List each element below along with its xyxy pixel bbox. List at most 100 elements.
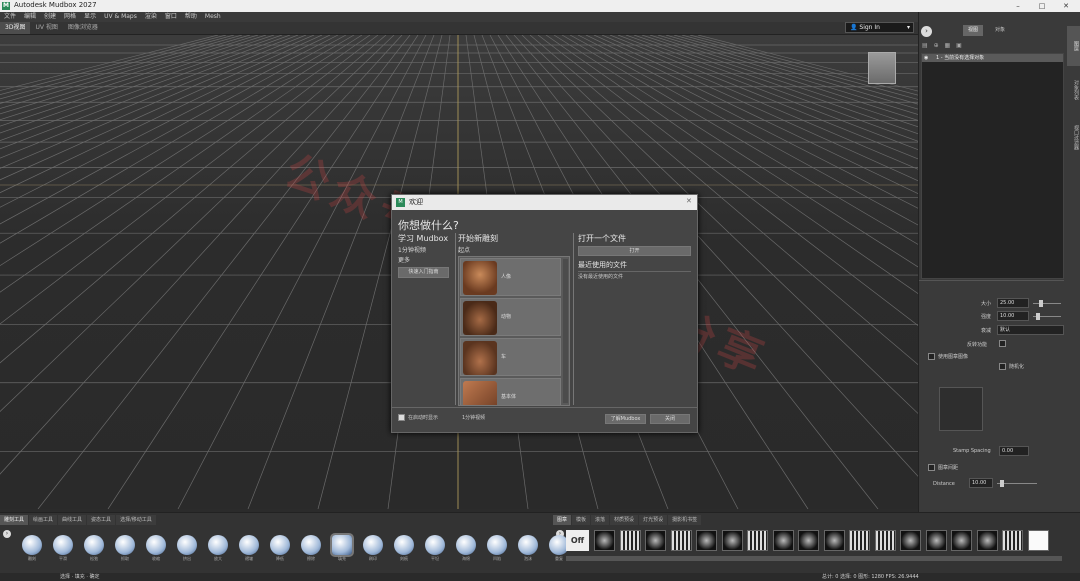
tool-13-icon[interactable] (394, 535, 414, 555)
stamp-thumbnail[interactable] (951, 530, 972, 551)
stamp-thumbnail[interactable] (721, 530, 743, 551)
use-stamp-checkbox[interactable] (928, 353, 935, 360)
tool-3-icon[interactable] (84, 535, 104, 555)
tool-15-icon[interactable] (456, 535, 476, 555)
layer-row[interactable]: ◉ 1 - 当前没有选择对象 (922, 54, 1063, 62)
layer-list[interactable]: ◉ 1 - 当前没有选择对象 (921, 53, 1064, 279)
maximize-icon[interactable]: □ (1034, 0, 1050, 12)
randomize-checkbox[interactable] (999, 363, 1006, 370)
strength-field[interactable]: 10.00 (997, 311, 1029, 321)
stamp-preview[interactable] (939, 387, 983, 431)
menu-edit[interactable]: 编辑 (20, 12, 40, 22)
tab-material-presets[interactable]: 材质预设 (610, 515, 639, 525)
tab-curve-tools[interactable]: 曲线工具 (58, 515, 87, 525)
tab-3d-view[interactable]: 3D视图 (0, 22, 31, 34)
tab-uv-view[interactable]: UV 视图 (30, 22, 62, 34)
stamp-thumbnail[interactable] (594, 530, 615, 551)
one-min-video-link[interactable]: 1分钟视频 (462, 414, 485, 421)
close-icon[interactable]: ✕ (1058, 0, 1074, 12)
learn-mudbox-button[interactable]: 了解Mudbox (605, 414, 646, 424)
stamp-thumbnail[interactable] (849, 530, 870, 551)
stamp-thumbnail[interactable] (1027, 530, 1049, 551)
quick-start-button[interactable]: 快速入门指南 (398, 267, 449, 278)
sculpt-item-primitive[interactable]: 基本体 (460, 378, 561, 405)
stamp-thumbnail[interactable] (696, 530, 717, 551)
tab-paint-tools[interactable]: 绘画工具 (29, 515, 58, 525)
tool-9-icon[interactable] (270, 535, 290, 555)
stamp-thumbnail[interactable] (874, 530, 896, 551)
stamp-thumbnail[interactable] (619, 530, 641, 551)
stamp-thumbnail[interactable] (645, 530, 666, 551)
show-on-startup-checkbox[interactable] (398, 414, 405, 421)
stamp-spacing-field[interactable]: 0.00 (999, 446, 1029, 456)
stamp-thumbnail[interactable] (1002, 530, 1023, 551)
tab-image-browser[interactable]: 图像浏览器 (63, 22, 103, 34)
view-cube[interactable] (868, 52, 896, 84)
tool-5-icon[interactable] (146, 535, 166, 555)
sign-in-dropdown[interactable]: 👤 Sign In ▾ (845, 22, 914, 33)
tab-sculpt-tools[interactable]: 雕刻工具 (0, 515, 29, 525)
sculpt-item-human[interactable]: 人像 (460, 258, 561, 296)
dialog-close-icon[interactable]: ✕ (686, 197, 692, 205)
tab-camera-bookmarks[interactable]: 摄影机书签 (668, 515, 702, 525)
sculpt-item-car[interactable]: 车 (460, 338, 561, 376)
tab-stamp[interactable]: 图章 (553, 515, 572, 525)
menu-create[interactable]: 创建 (40, 12, 60, 22)
menu-mesh[interactable]: 网格 (60, 12, 80, 22)
tab-stencil[interactable]: 模板 (572, 515, 591, 525)
size-slider[interactable] (1033, 300, 1061, 307)
side-tab-object-list[interactable]: 对象列表 (1067, 70, 1080, 110)
minimize-icon[interactable]: – (1010, 0, 1026, 12)
use-stroke-checkbox[interactable] (928, 464, 935, 471)
tool-17-icon[interactable] (518, 535, 538, 555)
side-tab-layers[interactable]: 图层 (1067, 26, 1080, 66)
panel-expand-icon[interactable]: › (921, 26, 932, 37)
menu-window[interactable]: 窗口 (161, 12, 181, 22)
strength-slider[interactable] (1033, 313, 1061, 320)
close-dialog-button[interactable]: 关闭 (650, 414, 690, 424)
tool-7-icon[interactable] (208, 535, 228, 555)
tool-8-icon[interactable] (239, 535, 259, 555)
menu-file[interactable]: 文件 (0, 12, 20, 22)
tool-2-icon[interactable] (53, 535, 73, 555)
stamp-off-button[interactable]: Off (566, 530, 589, 551)
stamp-thumbnail[interactable] (772, 530, 794, 551)
learn-video-link[interactable]: 1分钟视频 (398, 245, 426, 254)
stamp-thumbnail[interactable] (747, 530, 768, 551)
distance-field[interactable]: 10.00 (969, 478, 993, 488)
stamp-thumbnail[interactable] (900, 530, 921, 551)
learn-more-link[interactable]: 更多 (398, 255, 410, 264)
menu-render[interactable]: 渲染 (141, 12, 161, 22)
eye-icon[interactable]: ◉ (924, 54, 928, 62)
tool-4-icon[interactable] (115, 535, 135, 555)
menu-mesh-extra[interactable]: Mesh (201, 12, 225, 22)
stamp-thumbnail[interactable] (670, 530, 692, 551)
menu-uv-maps[interactable]: UV & Maps (100, 12, 141, 22)
tool-10-icon[interactable] (301, 535, 321, 555)
sculpt-item-animal[interactable]: 动物 (460, 298, 561, 336)
tool-14-icon[interactable] (425, 535, 445, 555)
menu-help[interactable]: 帮助 (181, 12, 201, 22)
tab-light-presets[interactable]: 灯光预设 (639, 515, 668, 525)
tool-6-icon[interactable] (177, 535, 197, 555)
stamp-scrollbar[interactable] (566, 556, 1062, 561)
stamp-thumbnail[interactable] (925, 530, 947, 551)
mirror-checkbox[interactable] (999, 340, 1006, 347)
sculpt-list-scrollbar[interactable] (563, 259, 568, 403)
tools-expand-icon[interactable]: › (3, 530, 11, 538)
menu-display[interactable]: 显示 (80, 12, 100, 22)
size-field[interactable]: 25.00 (997, 298, 1029, 308)
distance-slider[interactable] (997, 480, 1037, 487)
side-tab-viewport-filter[interactable]: 视口过滤器 (1067, 112, 1080, 162)
stamp-thumbnail[interactable] (823, 530, 845, 551)
tab-falloff[interactable]: 滚落 (591, 515, 610, 525)
tab-select-move-tools[interactable]: 选择/移动工具 (116, 515, 156, 525)
falloff-dropdown[interactable]: 默认 (997, 325, 1064, 335)
tool-1-icon[interactable] (22, 535, 42, 555)
tool-11-icon[interactable] (330, 533, 354, 557)
tab-pose-tools[interactable]: 姿态工具 (87, 515, 116, 525)
stamp-thumbnail[interactable] (798, 530, 819, 551)
tool-16-icon[interactable] (487, 535, 507, 555)
tool-12-icon[interactable] (363, 535, 383, 555)
tab-object-panel[interactable]: 对象 (989, 25, 1011, 36)
